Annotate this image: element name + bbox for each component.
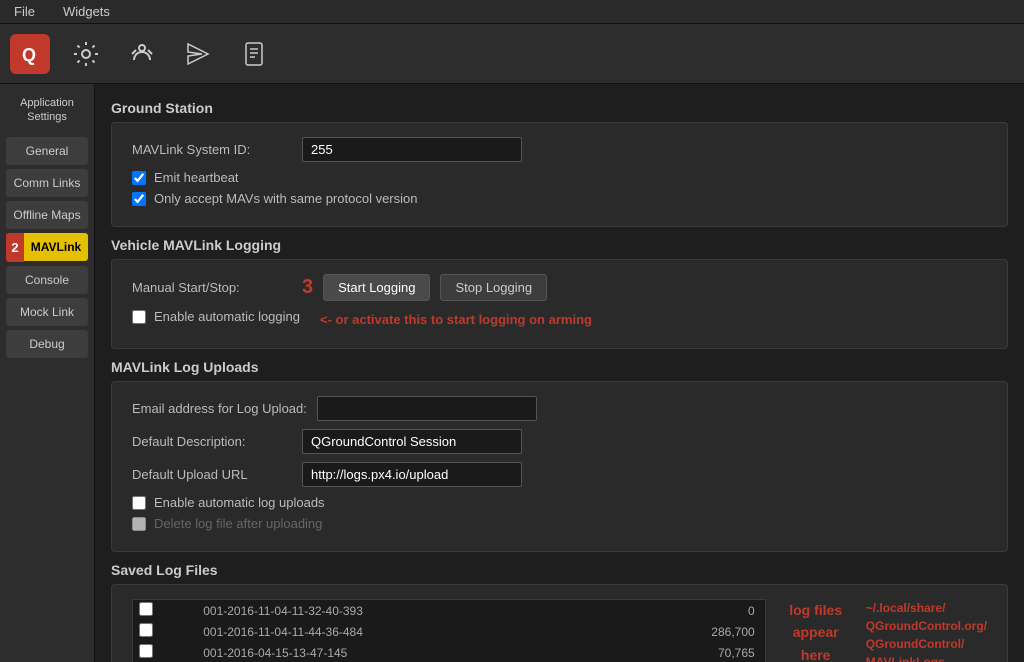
delete-log-checkbox[interactable] — [132, 517, 146, 531]
log-appear-hint: log filesappearhere — [776, 599, 856, 662]
table-row[interactable]: 001-2016-11-04-11-32-40-393 0 — [133, 600, 766, 622]
vehicle-logging-box: Manual Start/Stop: 3 Start Logging Stop … — [111, 259, 1008, 349]
logging-hint-text: <- or activate this to start logging on … — [320, 312, 592, 327]
sidebar-title: Application Settings — [6, 92, 88, 133]
sidebar-item-mocklink[interactable]: Mock Link — [6, 298, 88, 326]
manual-startstop-row: Manual Start/Stop: 3 Start Logging Stop … — [132, 274, 987, 301]
stop-logging-button[interactable]: Stop Logging — [440, 274, 547, 301]
log-row-checkbox[interactable] — [139, 623, 153, 637]
upload-url-input[interactable] — [302, 462, 522, 487]
log-uploads-box: Email address for Log Upload: Default De… — [111, 381, 1008, 552]
log-section-inner: 001-2016-11-04-11-32-40-393 0 001-2016-1… — [132, 599, 987, 662]
auto-upload-checkbox[interactable] — [132, 496, 146, 510]
svg-text:Q: Q — [22, 45, 36, 65]
mavlink-label: MAVLink — [24, 233, 88, 261]
log-filesize: 286,700 — [619, 621, 765, 642]
log-row-checkbox[interactable] — [139, 644, 153, 658]
mavlink-id-label: MAVLink System ID: — [132, 142, 292, 157]
main-layout: Application Settings General Comm Links … — [0, 84, 1024, 662]
toolbar: Q — [0, 24, 1024, 84]
start-logging-button[interactable]: Start Logging — [323, 274, 430, 301]
sidebar: Application Settings General Comm Links … — [0, 84, 95, 662]
sidebar-item-console[interactable]: Console — [6, 266, 88, 294]
document-toolbar-icon[interactable] — [234, 34, 274, 74]
log-filename: 001-2016-04-15-13-47-145 — [197, 642, 619, 662]
description-row: Default Description: — [132, 429, 987, 454]
sidebar-item-general[interactable]: General — [6, 137, 88, 165]
upload-url-row: Default Upload URL — [132, 462, 987, 487]
description-input[interactable] — [302, 429, 522, 454]
mavlink-id-row: MAVLink System ID: — [132, 137, 987, 162]
content-area: Ground Station MAVLink System ID: Emit h… — [95, 84, 1024, 662]
only-accept-label[interactable]: Only accept MAVs with same protocol vers… — [154, 191, 417, 206]
auto-logging-label[interactable]: Enable automatic logging — [154, 309, 300, 324]
delete-log-label[interactable]: Delete log file after uploading — [154, 516, 322, 531]
log-filesize: 70,765 — [619, 642, 765, 662]
vehicle-logging-title: Vehicle MAVLink Logging — [111, 237, 1008, 253]
sidebar-item-commlinks[interactable]: Comm Links — [6, 169, 88, 197]
mavlink-id-input[interactable] — [302, 137, 522, 162]
sidebar-item-offlinemaps[interactable]: Offline Maps — [6, 201, 88, 229]
sidebar-item-debug[interactable]: Debug — [6, 330, 88, 358]
emit-heartbeat-row: Emit heartbeat — [132, 170, 987, 185]
manual-label: Manual Start/Stop: — [132, 280, 292, 295]
auto-upload-label[interactable]: Enable automatic log uploads — [154, 495, 325, 510]
step-number: 3 — [302, 276, 313, 299]
ground-station-box: MAVLink System ID: Emit heartbeat Only a… — [111, 122, 1008, 227]
mavlink-badge: 2 — [6, 233, 24, 262]
send-toolbar-icon[interactable] — [178, 34, 218, 74]
saved-logs-box: 001-2016-11-04-11-32-40-393 0 001-2016-1… — [111, 584, 1008, 662]
only-accept-checkbox[interactable] — [132, 192, 146, 206]
description-label: Default Description: — [132, 434, 292, 449]
emit-heartbeat-checkbox[interactable] — [132, 171, 146, 185]
ground-station-title: Ground Station — [111, 100, 1008, 116]
email-input[interactable] — [317, 396, 537, 421]
table-row[interactable]: 001-2016-11-04-11-44-36-484 286,700 — [133, 621, 766, 642]
email-row: Email address for Log Upload: — [132, 396, 987, 421]
menubar: File Widgets — [0, 0, 1024, 24]
upload-url-label: Default Upload URL — [132, 467, 292, 482]
settings-toolbar-icon[interactable] — [66, 34, 106, 74]
log-uploads-title: MAVLink Log Uploads — [111, 359, 1008, 375]
log-row-checkbox[interactable] — [139, 602, 153, 616]
auto-upload-row: Enable automatic log uploads — [132, 495, 987, 510]
email-label: Email address for Log Upload: — [132, 401, 307, 416]
only-accept-row: Only accept MAVs with same protocol vers… — [132, 191, 987, 206]
log-filename: 001-2016-11-04-11-44-36-484 — [197, 621, 619, 642]
app-logo-icon[interactable]: Q — [10, 34, 50, 74]
sidebar-item-mavlink[interactable]: 2 MAVLink — [6, 233, 88, 262]
log-files-table: 001-2016-11-04-11-32-40-393 0 001-2016-1… — [132, 599, 766, 662]
delete-log-row: Delete log file after uploading — [132, 516, 987, 531]
auto-logging-checkbox[interactable] — [132, 310, 146, 324]
log-table-wrapper: 001-2016-11-04-11-32-40-393 0 001-2016-1… — [132, 599, 766, 662]
vehicle-toolbar-icon[interactable] — [122, 34, 162, 74]
log-filesize: 0 — [619, 600, 765, 622]
menu-widgets[interactable]: Widgets — [57, 2, 116, 21]
log-filename: 001-2016-11-04-11-32-40-393 — [197, 600, 619, 622]
auto-logging-row: Enable automatic logging — [132, 309, 300, 324]
table-row[interactable]: 001-2016-04-15-13-47-145 70,765 — [133, 642, 766, 662]
emit-heartbeat-label[interactable]: Emit heartbeat — [154, 170, 239, 185]
menu-file[interactable]: File — [8, 2, 41, 21]
log-path-hint: ~/.local/share/QGroundControl.org/QGroun… — [866, 599, 987, 662]
saved-logs-title: Saved Log Files — [111, 562, 1008, 578]
